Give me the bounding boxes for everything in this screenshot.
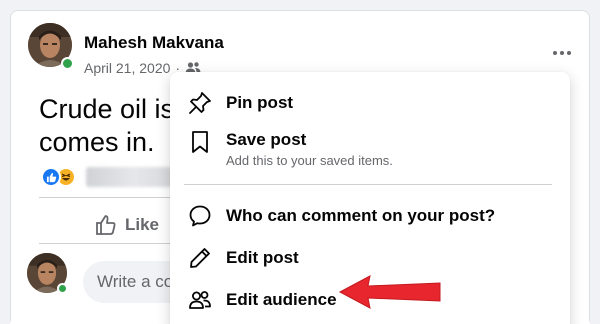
menu-separator xyxy=(184,184,552,185)
blurred-reactor-names xyxy=(86,167,182,187)
author-name[interactable]: Mahesh Makvana xyxy=(84,33,224,53)
like-reaction-icon xyxy=(41,167,61,187)
more-dot xyxy=(567,51,571,55)
pencil-icon xyxy=(190,248,210,268)
menu-item-label: Edit audience xyxy=(226,290,337,309)
menu-item-label: Save post xyxy=(226,130,307,149)
pin-icon xyxy=(189,92,211,114)
more-dot xyxy=(560,51,564,55)
reactions-summary[interactable] xyxy=(41,167,182,187)
more-dot xyxy=(553,51,557,55)
menu-item-label: Pin post xyxy=(226,93,294,112)
red-arrow-annotation xyxy=(338,275,441,309)
like-label: Like xyxy=(125,215,160,234)
post-options-button[interactable] xyxy=(547,41,577,65)
menu-item-who-can-comment[interactable]: Who can comment on your post? xyxy=(170,200,570,234)
post-text: Crude oil is comes in. xyxy=(39,94,175,157)
online-status-dot xyxy=(61,57,74,70)
people-icon xyxy=(189,291,211,309)
menu-item-sublabel: Add this to your saved items. xyxy=(226,153,393,168)
divider xyxy=(39,243,184,244)
like-button[interactable]: Like xyxy=(95,214,159,236)
post-date[interactable]: April 21, 2020 xyxy=(84,60,170,76)
bookmark-icon xyxy=(192,131,208,153)
thumbs-up-icon xyxy=(96,215,116,235)
divider xyxy=(39,197,184,198)
online-status-dot xyxy=(57,283,68,294)
comment-bubble-icon xyxy=(189,205,211,227)
menu-item-save-post[interactable]: Save post Add this to your saved items. xyxy=(170,124,570,170)
menu-item-label: Who can comment on your post? xyxy=(226,206,496,225)
menu-item-pin-post[interactable]: Pin post xyxy=(170,86,570,122)
menu-item-label: Edit post xyxy=(226,248,299,267)
